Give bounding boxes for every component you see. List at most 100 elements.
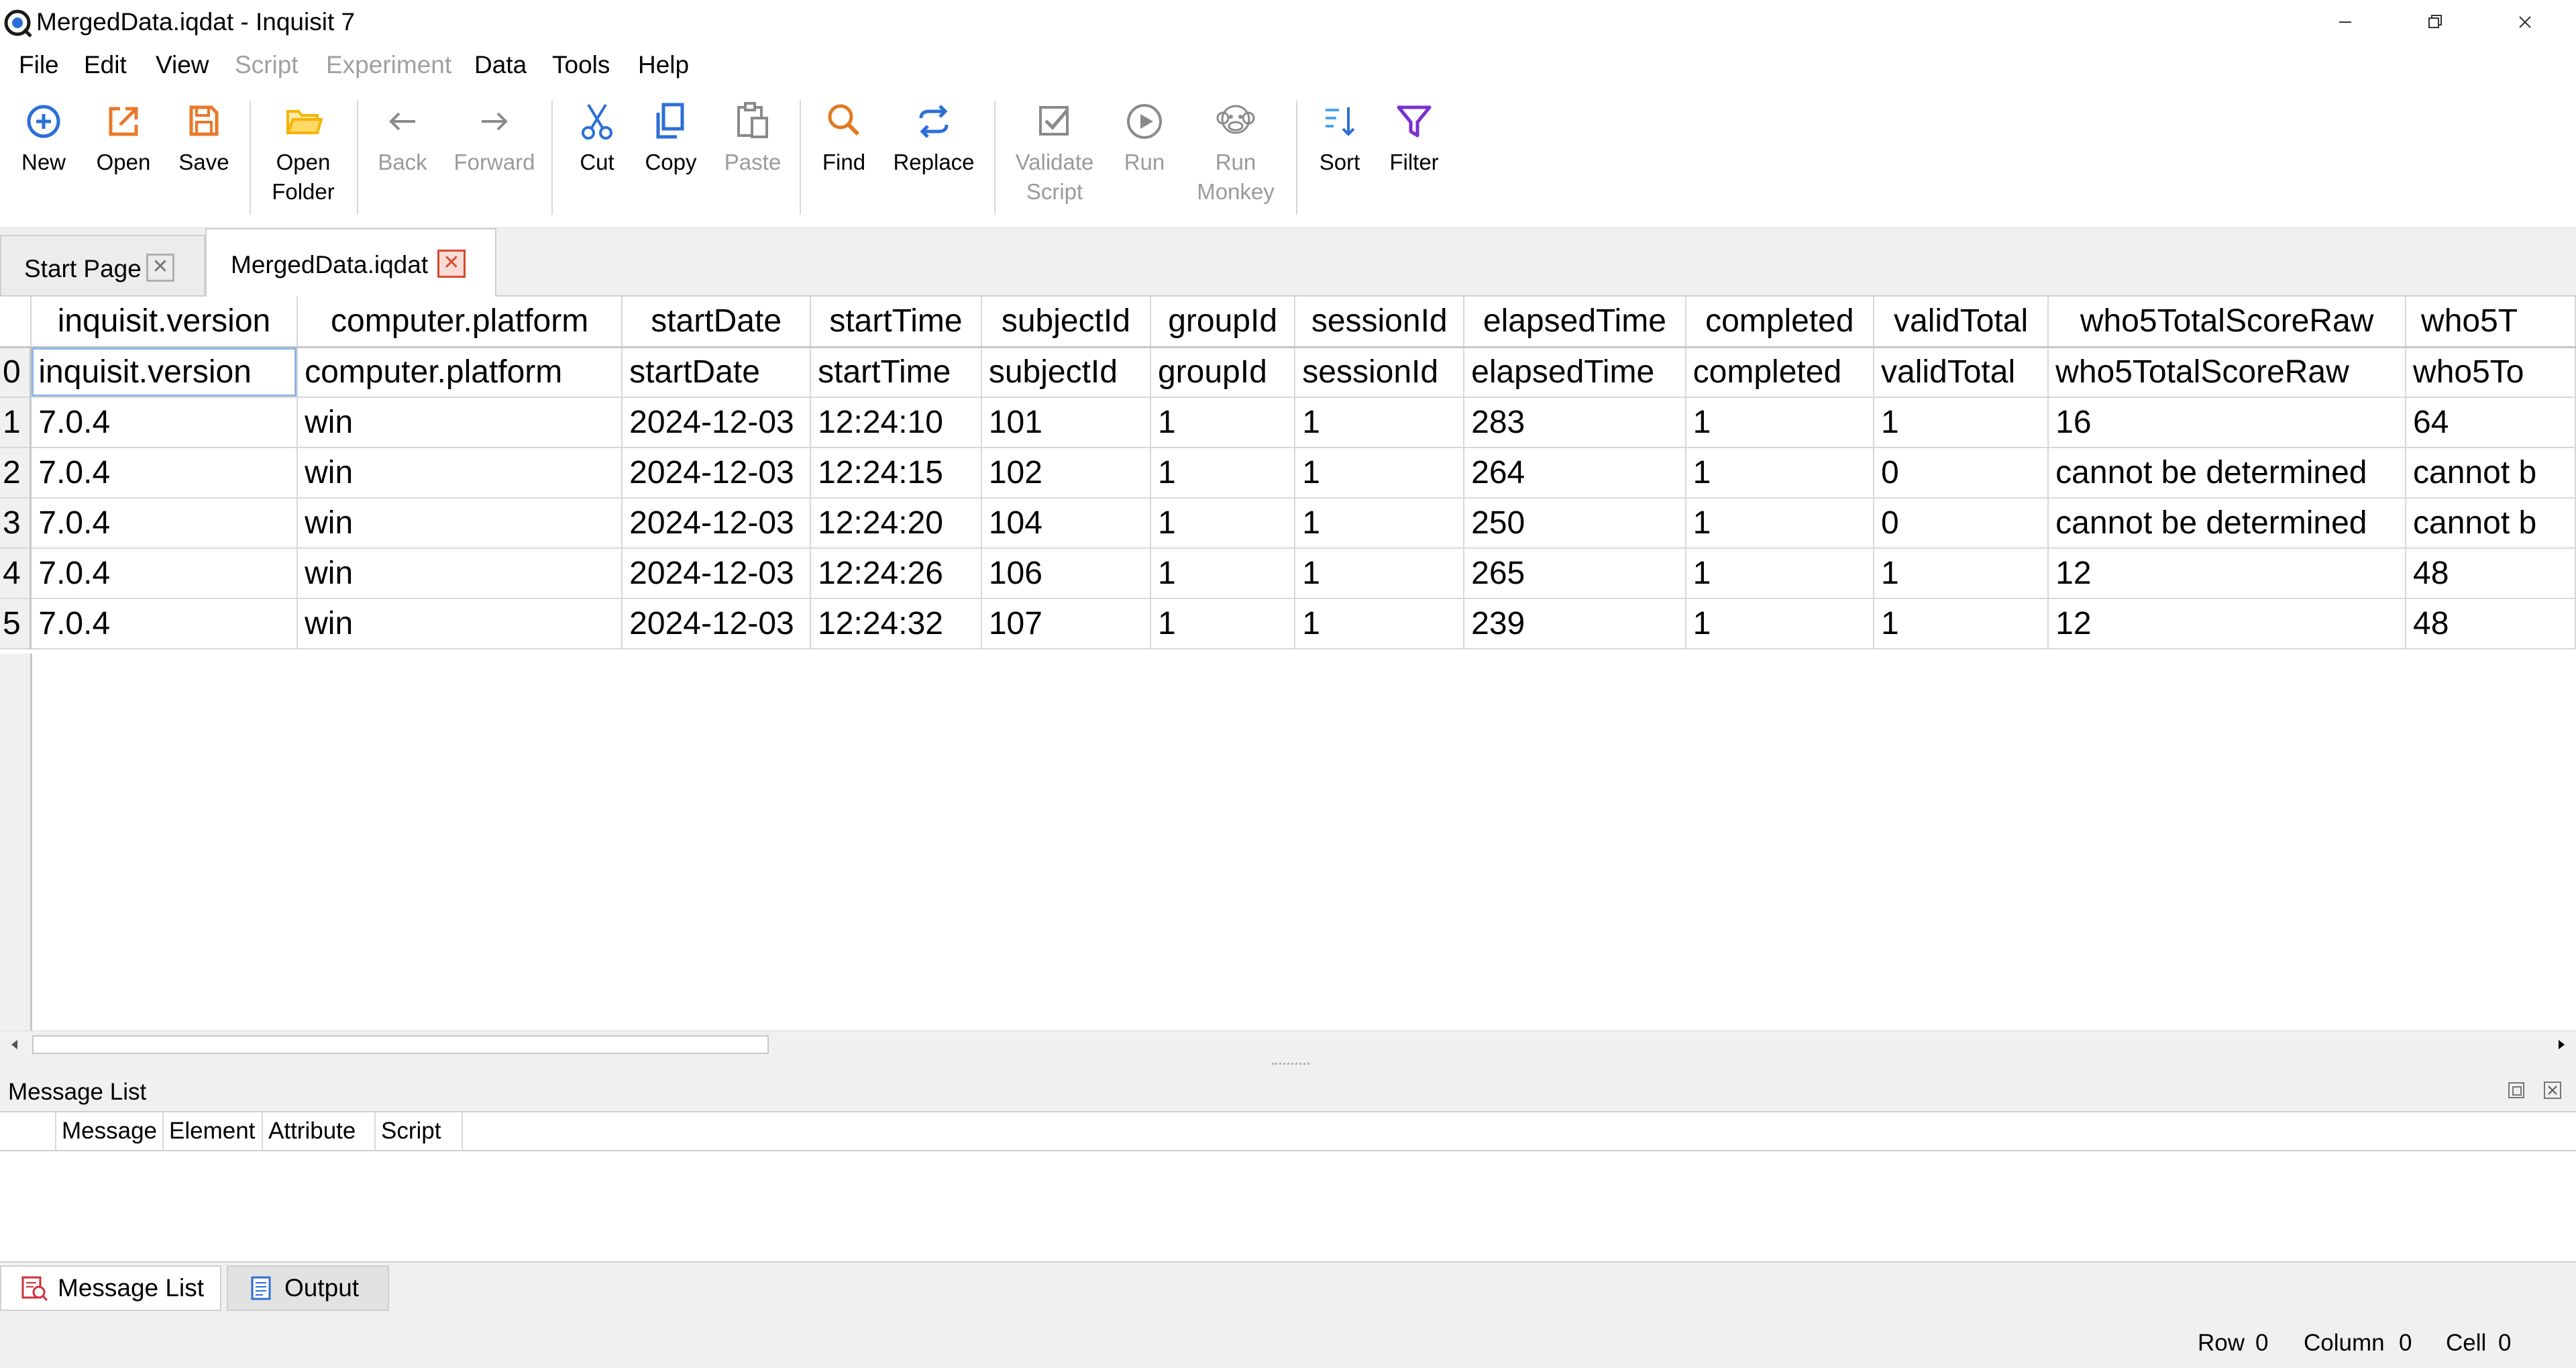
column-header[interactable]: startTime [810,297,982,348]
table-cell[interactable]: win [297,397,623,448]
row-header[interactable]: 2 [0,448,32,498]
table-cell[interactable]: validTotal [1874,347,2049,398]
row-header[interactable]: 1 [0,397,32,448]
table-cell[interactable]: startTime [810,347,982,398]
column-header[interactable]: who5TotalScoreRaw [2048,297,2407,348]
column-header[interactable]: elapsedTime [1464,297,1686,348]
table-cell[interactable]: 12 [2048,548,2407,599]
table-cell[interactable]: 48 [2406,548,2576,599]
open-button[interactable]: Open [90,98,157,177]
forward-button[interactable]: Forward [451,98,538,177]
row-header[interactable]: 0 [0,347,32,398]
table-cell[interactable]: 1 [1295,598,1465,649]
table-cell[interactable]: completed [1685,347,1875,398]
splitter-grip[interactable] [1272,1063,1309,1065]
table-cell[interactable]: 0 [1874,498,2049,549]
table-cell[interactable]: 1 [1295,548,1465,599]
table-cell[interactable]: 250 [1464,498,1686,549]
menu-view[interactable]: View [156,50,209,81]
table-cell[interactable]: 12 [2048,598,2407,649]
table-cell[interactable]: startDate [622,347,812,398]
table-cell[interactable]: 239 [1464,598,1686,649]
new-button[interactable]: New [13,98,74,177]
table-cell[interactable]: 48 [2406,598,2576,649]
open-folder-button[interactable]: Open Folder [263,98,343,207]
tab-close-icon[interactable]: ✕ [437,250,466,278]
horizontal-scroll-thumb[interactable] [32,1035,769,1054]
table-cell[interactable]: 12:24:15 [810,448,982,498]
table-cell[interactable]: 1 [1295,498,1465,549]
validate-script-button[interactable]: Validate Script [1006,98,1103,207]
close-pane-icon[interactable] [2542,1080,2563,1100]
table-cell[interactable]: who5TotalScoreRaw [2048,347,2407,398]
table-cell[interactable]: 12:24:20 [810,498,982,549]
table-cell[interactable]: win [297,548,623,599]
menu-file[interactable]: File [19,50,59,81]
table-cell[interactable]: cannot be determined [2048,448,2407,498]
sort-button[interactable]: Sort [1309,98,1370,177]
table-cell[interactable]: sessionId [1295,347,1465,398]
table-cell[interactable]: 1 [1150,448,1296,498]
table-cell[interactable]: 104 [981,498,1151,549]
close-window-button[interactable] [2485,0,2565,44]
column-header[interactable]: inquisit.version [30,297,299,348]
table-cell[interactable]: who5To [2406,347,2576,398]
table-cell[interactable]: 1 [1685,397,1875,448]
table-cell[interactable]: 106 [981,548,1151,599]
tab-start-page[interactable]: Start Page ✕ [0,235,205,297]
pane-splitter[interactable] [0,1057,2576,1072]
table-cell[interactable]: 12:24:26 [810,548,982,599]
table-cell[interactable]: cannot b [2406,448,2576,498]
paste-button[interactable]: Paste [719,98,786,177]
table-cell[interactable]: 7.0.4 [30,498,299,549]
save-button[interactable]: Save [173,98,235,177]
menu-experiment[interactable]: Experiment [326,50,451,81]
table-cell[interactable]: 1 [1150,498,1296,549]
table-cell[interactable]: 1 [1685,548,1875,599]
table-cell[interactable]: 1 [1685,498,1875,549]
scroll-left-arrow[interactable] [0,1031,30,1058]
menu-edit[interactable]: Edit [84,50,127,81]
table-cell[interactable]: subjectId [981,347,1151,398]
table-cell[interactable]: 265 [1464,548,1686,599]
table-cell[interactable]: 1 [1874,397,2049,448]
row-header[interactable]: 4 [0,548,32,599]
table-cell[interactable]: win [297,498,623,549]
message-column-header[interactable]: Message [56,1112,164,1150]
table-cell[interactable]: 102 [981,448,1151,498]
table-cell[interactable]: 12:24:10 [810,397,982,448]
table-cell[interactable]: 7.0.4 [30,548,299,599]
script-column-header[interactable]: Script [376,1112,463,1150]
element-column-header[interactable]: Element [164,1112,263,1150]
table-cell[interactable]: 2024-12-03 [622,598,812,649]
restore-button[interactable] [2395,0,2475,44]
tab-merged-data[interactable]: MergedData.iqdat ✕ [205,228,496,297]
table-cell[interactable]: 2024-12-03 [622,448,812,498]
table-cell[interactable]: 2024-12-03 [622,498,812,549]
replace-button[interactable]: Replace [887,98,981,177]
find-button[interactable]: Find [813,98,875,177]
run-button[interactable]: Run [1114,98,1175,177]
float-pane-icon[interactable] [2506,1080,2526,1100]
table-cell[interactable]: computer.platform [297,347,623,398]
column-header[interactable]: completed [1685,297,1875,348]
table-cell[interactable]: 7.0.4 [30,397,299,448]
tab-message-list[interactable]: Message List [0,1265,221,1311]
table-cell[interactable]: 1 [1150,598,1296,649]
table-cell[interactable]: win [297,598,623,649]
tab-output[interactable]: Output [227,1265,389,1311]
column-header[interactable]: computer.platform [297,297,623,348]
table-cell[interactable]: 283 [1464,397,1686,448]
table-cell[interactable]: 107 [981,598,1151,649]
table-cell[interactable]: 12:24:32 [810,598,982,649]
copy-button[interactable]: Copy [639,98,703,177]
table-cell[interactable]: 2024-12-03 [622,397,812,448]
column-header[interactable]: startDate [622,297,812,348]
table-cell[interactable]: cannot be determined [2048,498,2407,549]
table-cell[interactable]: 64 [2406,397,2576,448]
table-cell[interactable]: 264 [1464,448,1686,498]
table-cell[interactable]: 1 [1150,548,1296,599]
filter-button[interactable]: Filter [1383,98,1445,177]
row-header[interactable]: 3 [0,498,32,549]
table-cell[interactable]: 1 [1874,548,2049,599]
